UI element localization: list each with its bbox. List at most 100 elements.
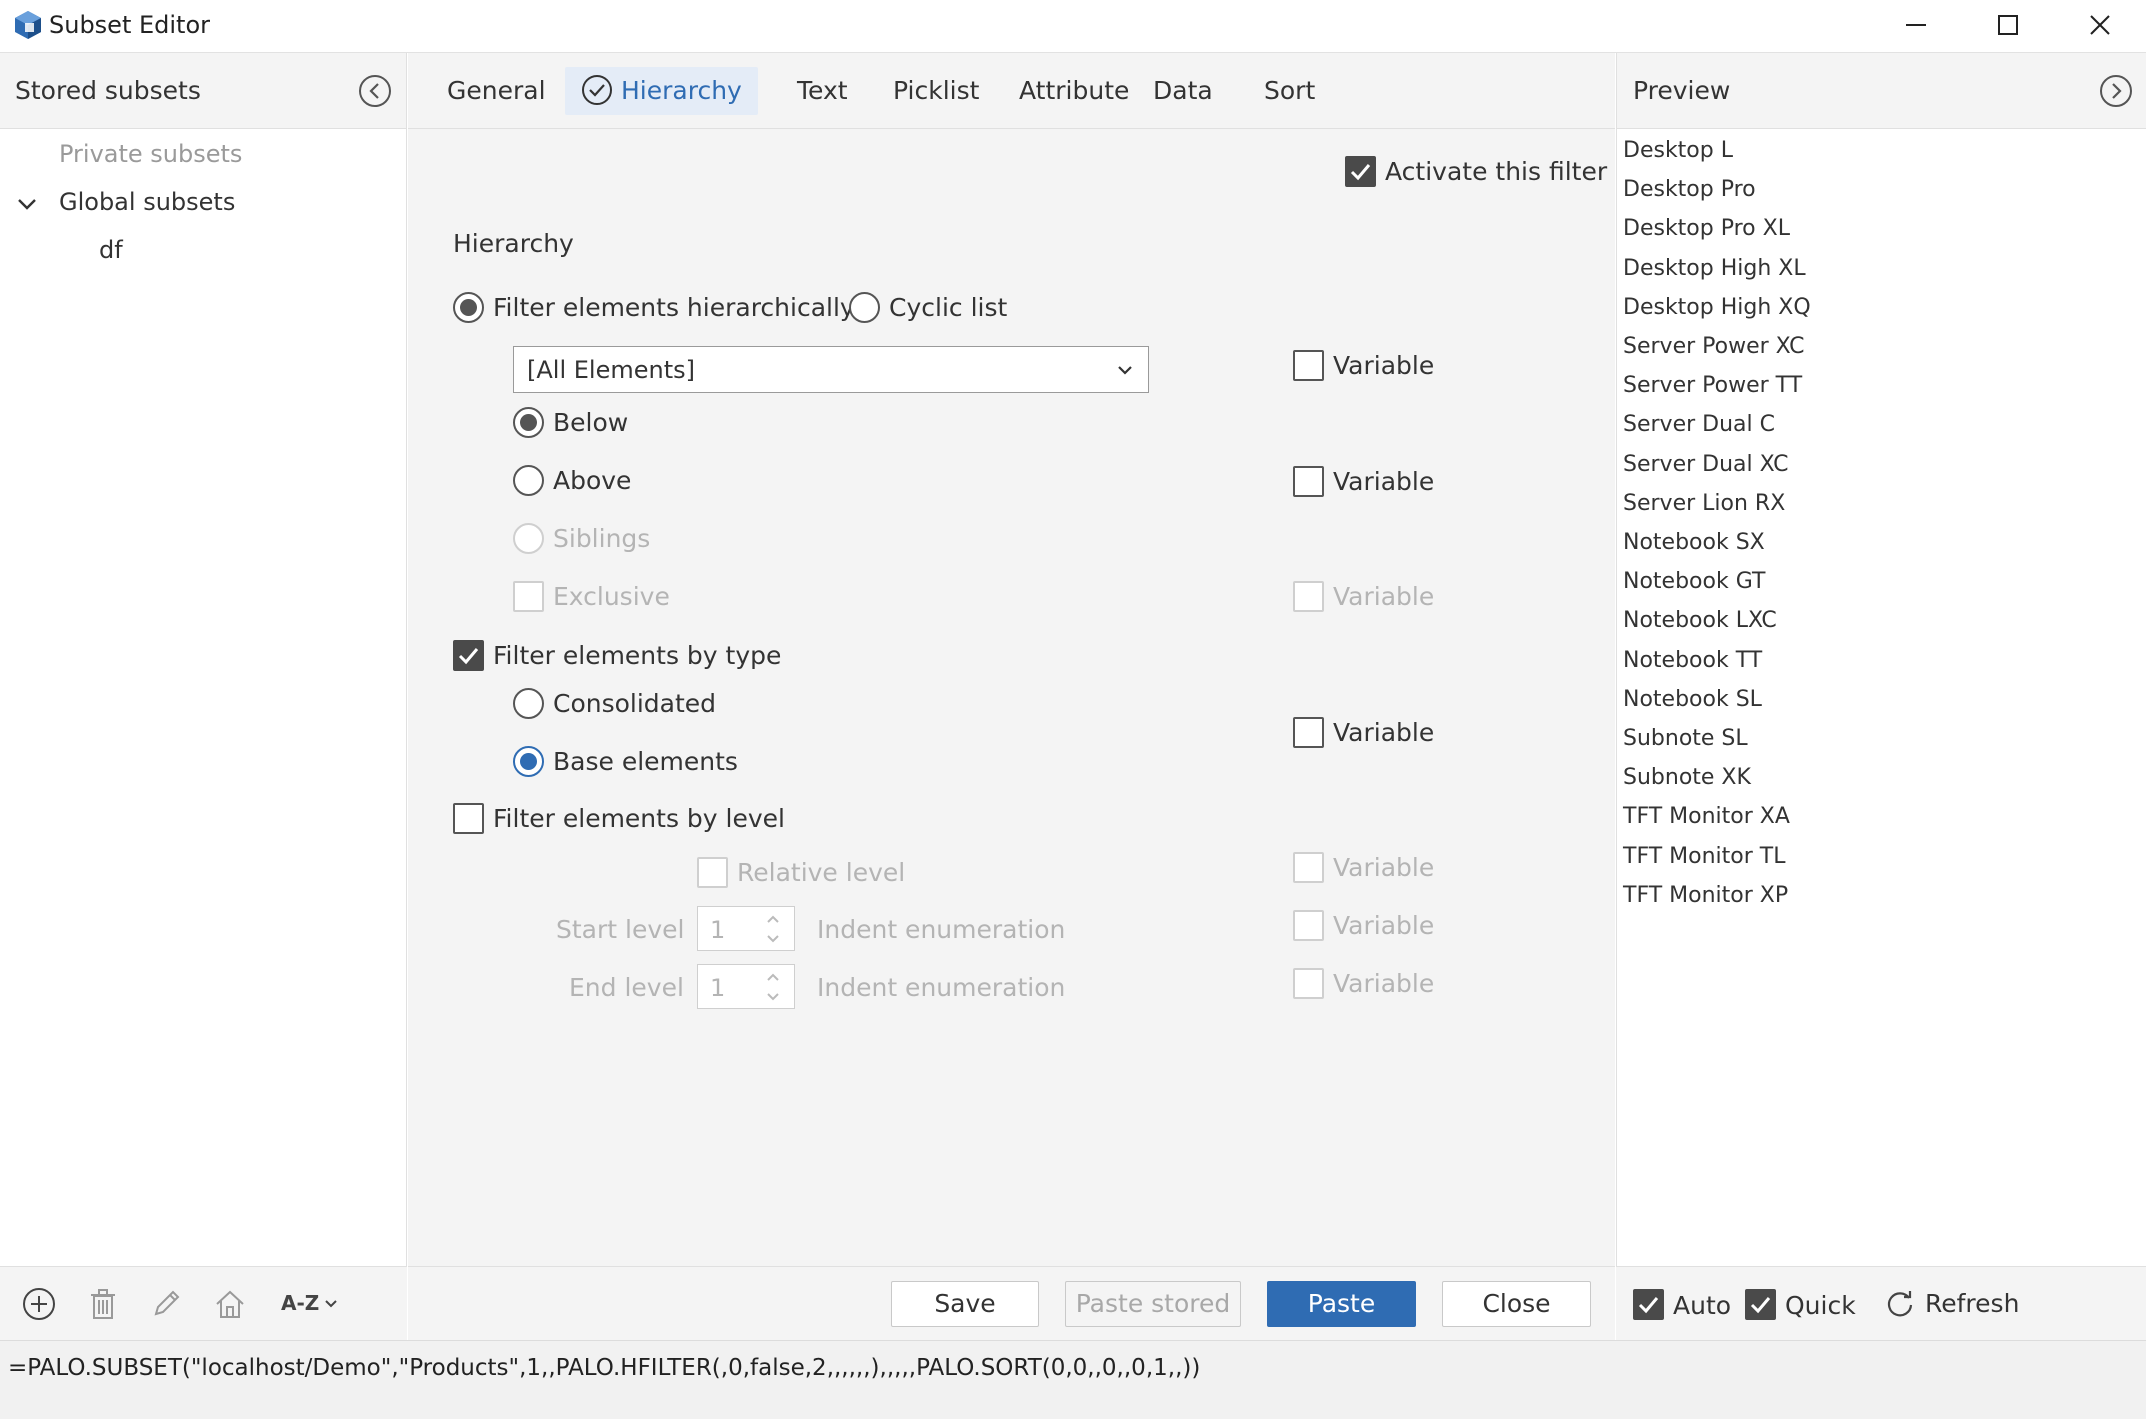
preview-item: Desktop High XQ xyxy=(1623,294,1811,320)
preview-item: Desktop High XL xyxy=(1623,255,1806,281)
preview-item: Notebook SX xyxy=(1623,530,1765,555)
relative-level-label: Relative level xyxy=(737,858,906,887)
home-icon[interactable] xyxy=(213,1287,247,1321)
save-button[interactable]: Save xyxy=(891,1281,1039,1327)
variable-checkbox-type[interactable] xyxy=(1293,717,1324,748)
variable-checkbox-start[interactable] xyxy=(1293,910,1324,941)
collapse-left-icon[interactable] xyxy=(358,74,392,108)
chevron-down-icon xyxy=(1118,366,1132,375)
auto-checkbox[interactable] xyxy=(1633,1289,1664,1320)
filter-hierarchically-radio[interactable] xyxy=(453,292,484,323)
stored-subsets-panel: Stored subsets Private subsets Global su… xyxy=(0,53,407,1340)
variable-label: Variable xyxy=(1333,969,1435,998)
window-title: Subset Editor xyxy=(49,11,211,39)
variable-label: Variable xyxy=(1333,911,1435,940)
tab-hierarchy-label: Hierarchy xyxy=(621,76,742,105)
maximize-button[interactable] xyxy=(1962,0,2054,50)
auto-label: Auto xyxy=(1673,1291,1732,1320)
preview-item: Server Lion RX xyxy=(1623,490,1786,516)
close-button[interactable]: Close xyxy=(1442,1281,1591,1327)
cyclic-list-radio[interactable] xyxy=(849,292,880,323)
siblings-radio[interactable] xyxy=(513,523,544,554)
checkmark-icon xyxy=(1750,1297,1771,1314)
formula-text[interactable]: =PALO.SUBSET("localhost/Demo","Products"… xyxy=(8,1355,1200,1381)
check-circle-icon xyxy=(582,75,612,105)
preview-item: Notebook SL xyxy=(1623,686,1762,712)
tree-item-private-subsets[interactable]: Private subsets xyxy=(59,140,242,168)
preview-item: Desktop L xyxy=(1623,138,1733,163)
formula-bar: =PALO.SUBSET("localhost/Demo","Products"… xyxy=(0,1340,2146,1419)
tab-attribute[interactable]: Attribute xyxy=(1003,67,1145,115)
quick-checkbox[interactable] xyxy=(1745,1289,1776,1320)
tree-item-global-subsets[interactable]: Global subsets xyxy=(59,188,235,216)
variable-checkbox-element[interactable] xyxy=(1293,350,1324,381)
preview-item: Notebook TT xyxy=(1623,647,1763,673)
element-dropdown-value: [All Elements] xyxy=(527,356,695,384)
base-elements-label: Base elements xyxy=(553,747,738,776)
trash-icon[interactable] xyxy=(86,1287,120,1321)
preview-item: Desktop Pro XL xyxy=(1623,216,1790,242)
preview-item: Desktop Pro xyxy=(1623,177,1756,203)
variable-checkbox-exclusive[interactable] xyxy=(1293,581,1324,612)
tab-text[interactable]: Text xyxy=(781,67,864,115)
preview-item: TFT Monitor XA xyxy=(1623,804,1790,830)
preview-item: TFT Monitor TL xyxy=(1623,843,1786,869)
expand-right-icon[interactable] xyxy=(2099,74,2133,108)
app-logo-icon xyxy=(15,11,41,39)
relative-level-checkbox[interactable] xyxy=(697,857,728,888)
minimize-button[interactable] xyxy=(1870,0,1962,50)
filter-by-type-label: Filter elements by type xyxy=(493,641,782,670)
pencil-icon[interactable] xyxy=(149,1287,183,1321)
maximize-icon xyxy=(1998,15,2018,35)
refresh-button[interactable]: Refresh xyxy=(1925,1289,2019,1318)
preview-item: Subnote XK xyxy=(1623,765,1751,791)
above-radio[interactable] xyxy=(513,465,544,496)
preview-item: Notebook LXC xyxy=(1623,608,1777,634)
siblings-label: Siblings xyxy=(553,524,651,553)
variable-checkbox-end[interactable] xyxy=(1293,968,1324,999)
tab-data[interactable]: Data xyxy=(1137,67,1229,115)
refresh-icon[interactable] xyxy=(1885,1289,1915,1319)
preview-item: Server Power TT xyxy=(1623,373,1803,399)
element-dropdown[interactable]: [All Elements] xyxy=(513,346,1149,393)
end-level-value: 1 xyxy=(710,974,726,1002)
tab-sort[interactable]: Sort xyxy=(1248,67,1331,115)
end-level-label: End level xyxy=(569,973,684,1002)
paste-button[interactable]: Paste xyxy=(1267,1281,1416,1327)
sort-order-label[interactable]: A-Z xyxy=(281,1291,319,1315)
checkmark-icon xyxy=(1638,1297,1659,1314)
stored-subsets-header: Stored subsets xyxy=(0,53,406,129)
chevron-down-icon[interactable] xyxy=(16,193,38,215)
tree-item-df[interactable]: df xyxy=(99,236,123,264)
consolidated-radio[interactable] xyxy=(513,688,544,719)
tab-picklist[interactable]: Picklist xyxy=(877,67,995,115)
add-icon[interactable] xyxy=(22,1287,56,1321)
exclusive-label: Exclusive xyxy=(553,582,670,611)
variable-checkbox-relative[interactable] xyxy=(1293,852,1324,883)
tab-general[interactable]: General xyxy=(431,67,562,115)
indent-enumeration-label: Indent enumeration xyxy=(817,915,1066,944)
paste-stored-button[interactable]: Paste stored xyxy=(1065,1281,1241,1327)
tab-hierarchy[interactable]: Hierarchy xyxy=(565,67,758,115)
variable-label: Variable xyxy=(1333,853,1435,882)
checkmark-icon xyxy=(458,648,479,665)
filter-by-level-label: Filter elements by level xyxy=(493,804,785,833)
filter-by-level-checkbox[interactable] xyxy=(453,803,484,834)
spinner-arrows-icon[interactable] xyxy=(764,969,782,1005)
close-window-button[interactable] xyxy=(2054,0,2146,50)
below-radio[interactable] xyxy=(513,407,544,438)
activate-filter-checkbox[interactable] xyxy=(1345,156,1376,187)
preview-item: Notebook GT xyxy=(1623,569,1766,595)
start-level-value: 1 xyxy=(710,916,726,944)
consolidated-label: Consolidated xyxy=(553,689,717,718)
cyclic-list-label: Cyclic list xyxy=(889,293,1008,322)
variable-checkbox-direction[interactable] xyxy=(1293,466,1324,497)
filter-by-type-checkbox[interactable] xyxy=(453,640,484,671)
spinner-arrows-icon[interactable] xyxy=(764,911,782,947)
tab-bar: General Hierarchy Text Picklist Attribut… xyxy=(408,53,1615,129)
start-level-stepper[interactable]: 1 xyxy=(697,906,795,951)
chevron-down-icon[interactable] xyxy=(323,1296,339,1312)
end-level-stepper[interactable]: 1 xyxy=(697,964,795,1009)
base-elements-radio[interactable] xyxy=(513,746,544,777)
exclusive-checkbox[interactable] xyxy=(513,581,544,612)
